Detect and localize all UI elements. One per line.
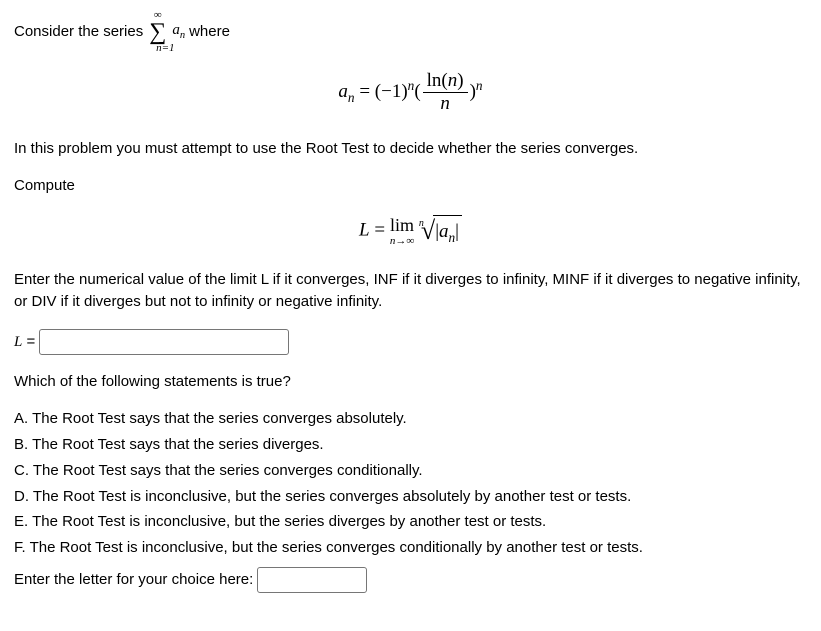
formula-an: an = (−1)n( ln(n) n )n — [14, 70, 807, 116]
intro-line: Consider the series ∑ ∞ n=1 an where — [14, 12, 807, 52]
instruction-text: Enter the numerical value of the limit L… — [14, 269, 807, 313]
compute-label: Compute — [14, 175, 807, 197]
term-sub: n — [180, 30, 185, 41]
option-a: A. The Root Test says that the series co… — [14, 408, 807, 430]
fraction: ln(n) n — [423, 70, 468, 116]
sum-top: ∞ — [154, 10, 162, 21]
rhs-base: (−1) — [375, 81, 408, 102]
nth-root: n √ |an| — [419, 215, 462, 247]
lim-word: lim — [390, 216, 414, 234]
limit: lim n→∞ — [390, 216, 414, 247]
choice-input[interactable] — [257, 567, 367, 593]
L-input-row: L = — [14, 329, 807, 355]
sigma-icon: ∑ ∞ n=1 — [149, 20, 166, 44]
formula-L: L = lim n→∞ n √ |an| — [14, 215, 807, 247]
mc-question: Which of the following statements is tru… — [14, 371, 807, 393]
an-lhs: an — [338, 81, 354, 102]
term-var: a — [172, 22, 180, 38]
option-f: F. The Root Test is inconclusive, but th… — [14, 537, 807, 559]
lim-sub: n→∞ — [390, 236, 414, 247]
L-input[interactable] — [39, 329, 289, 355]
term: an — [172, 20, 185, 43]
option-d: D. The Root Test is inconclusive, but th… — [14, 486, 807, 508]
intro-suffix: where — [189, 21, 230, 43]
series-sum: ∑ ∞ n=1 — [147, 12, 168, 52]
choice-row: Enter the letter for your choice here: — [14, 567, 807, 593]
eq-sign: = — [22, 333, 39, 350]
frac-num: ln(n) — [423, 70, 468, 93]
L-var: L — [359, 220, 370, 241]
option-b: B. The Root Test says that the series di… — [14, 434, 807, 456]
sum-bottom: n=1 — [156, 43, 174, 54]
eq: = — [359, 81, 374, 102]
option-e: E. The Root Test is inconclusive, but th… — [14, 511, 807, 533]
outer-exp: n — [476, 78, 483, 93]
options-list: A. The Root Test says that the series co… — [14, 408, 807, 559]
root-body: |an| — [433, 215, 462, 247]
frac-den: n — [423, 93, 468, 116]
prompt-root-test: In this problem you must attempt to use … — [14, 138, 807, 160]
intro-prefix: Consider the series — [14, 21, 143, 43]
choice-prompt: Enter the letter for your choice here: — [14, 571, 257, 588]
option-c: C. The Root Test says that the series co… — [14, 460, 807, 482]
